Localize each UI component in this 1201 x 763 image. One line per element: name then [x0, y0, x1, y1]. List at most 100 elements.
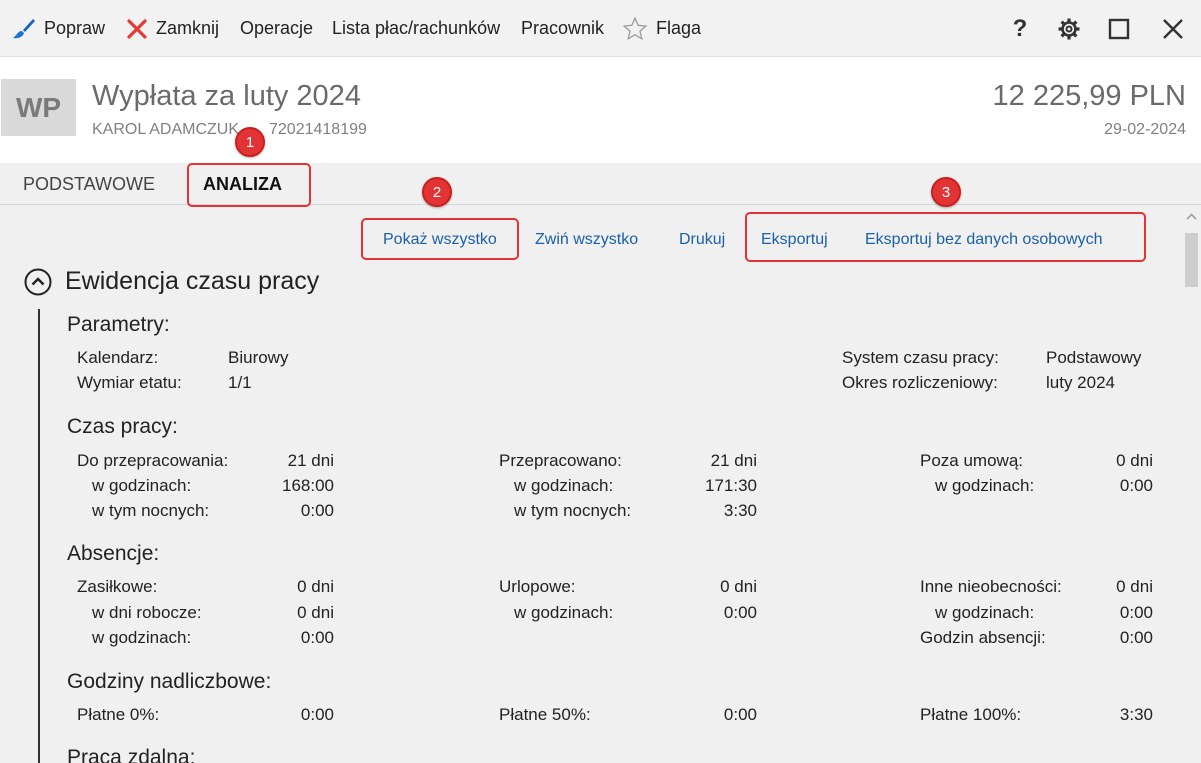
help-icon: ? — [1012, 14, 1028, 42]
kalendarz-label: Kalendarz: — [77, 348, 159, 367]
platne-50-label: Płatne 50%: — [499, 705, 591, 724]
nadliczbowe-heading: Godziny nadliczbowe: — [67, 670, 272, 693]
do-godziny-value: 168:00 — [282, 476, 334, 495]
okres-label: Okres rozliczeniowy: — [842, 373, 998, 392]
document-type-badge: WP — [1, 79, 76, 136]
url-godziny-label: w godzinach: — [514, 603, 614, 622]
przepracowano-value: 21 dni — [710, 451, 757, 470]
platne-100-value: 3:30 — [1119, 705, 1153, 724]
do-przepracowania-label: Do przepracowania: — [77, 451, 229, 470]
inne-nieobecnosci-label: Inne nieobecności: — [920, 577, 1062, 596]
platne-0-value: 0:00 — [300, 705, 334, 724]
praca-zdalna-heading: Praca zdalna: — [67, 746, 196, 763]
annotation-box-1 — [187, 163, 311, 207]
url-godziny-value: 0:00 — [723, 603, 757, 622]
pracownik-menu[interactable]: Pracownik — [521, 0, 604, 57]
parametry-heading: Parametry: — [67, 313, 170, 336]
collapse-icon — [24, 268, 52, 295]
section-title: Ewidencja czasu pracy — [65, 267, 320, 295]
operacje-label: Operacje — [240, 18, 314, 38]
prze-nocne-label: w tym nocnych: — [514, 501, 632, 520]
do-godziny-label: w godzinach: — [92, 476, 192, 495]
prze-godziny-value: 171:30 — [705, 476, 757, 495]
analysis-content: Pokaż wszystko Zwiń wszystko Drukuj Eksp… — [0, 205, 1182, 763]
prze-nocne-value: 3:30 — [723, 501, 757, 520]
payment-date: 29-02-2024 — [1104, 121, 1186, 138]
czas-pracy-heading: Czas pracy: — [67, 415, 178, 438]
brush-icon — [13, 18, 35, 38]
platne-100-label: Płatne 100%: — [920, 705, 1022, 724]
urlopowe-value: 0 dni — [720, 577, 757, 596]
wymiar-label: Wymiar etatu: — [77, 373, 182, 392]
star-icon — [622, 16, 648, 40]
system-value: Podstawowy — [1046, 348, 1142, 367]
scroll-thumb[interactable] — [1185, 233, 1198, 287]
do-nocne-value: 0:00 — [300, 501, 334, 520]
annotation-badge-2: 2 — [422, 177, 452, 207]
annotation-box-2 — [361, 218, 519, 260]
inne-nieobecnosci-value: 0 dni — [1116, 577, 1153, 596]
close-red-icon — [127, 18, 147, 39]
urlopowe-label: Urlopowe: — [499, 577, 576, 596]
flaga-button[interactable]: Flaga — [622, 0, 701, 57]
gear-icon — [1058, 18, 1080, 39]
poza-umowa-value: 0 dni — [1116, 451, 1153, 470]
kalendarz-value: Biurowy — [228, 348, 289, 367]
document-header: WP Wypłata za luty 2024 KAROL ADAMCZUK 72… — [0, 57, 1201, 163]
absencje-heading: Absencje: — [67, 542, 160, 565]
close-window-button[interactable] — [1153, 0, 1193, 57]
zas-dni-robocze-label: w dni robocze: — [92, 603, 202, 622]
page-title: Wypłata za luty 2024 — [92, 80, 361, 112]
drukuj-link[interactable]: Drukuj — [679, 231, 725, 249]
zas-godziny-value: 0:00 — [300, 628, 334, 647]
annotation-box-3 — [745, 212, 1146, 262]
annotation-badge-1: 1 — [235, 127, 265, 157]
section-toggle-ewidencja[interactable]: Ewidencja czasu pracy — [24, 267, 319, 296]
annotation-badge-3: 3 — [931, 177, 961, 207]
godzin-absencji-value: 0:00 — [1119, 628, 1153, 647]
inne-godziny-value: 0:00 — [1119, 603, 1153, 622]
employee-name: KAROL ADAMCZUK — [92, 121, 239, 138]
close-icon — [1163, 18, 1183, 39]
maximize-button[interactable] — [1099, 0, 1139, 57]
poza-umowa-label: Poza umową: — [920, 451, 1023, 470]
flaga-label: Flaga — [656, 18, 702, 38]
tab-bar: PODSTAWOWE ANALIZA — [0, 163, 1201, 205]
zwin-wszystko-link[interactable]: Zwiń wszystko — [535, 231, 638, 249]
wymiar-value: 1/1 — [228, 373, 252, 392]
employee-info: KAROL ADAMCZUK 72021418199 — [92, 121, 367, 139]
maximize-icon — [1108, 18, 1130, 39]
toolbar: Popraw Zamknij Operacje Lista płac/rachu… — [0, 0, 1201, 57]
zamknij-button[interactable]: Zamknij — [126, 0, 219, 57]
do-przepracowania-value: 21 dni — [287, 451, 334, 470]
zasilkowe-value: 0 dni — [297, 577, 334, 596]
przepracowano-label: Przepracowano: — [499, 451, 622, 470]
platne-50-value: 0:00 — [723, 705, 757, 724]
pracownik-label: Pracownik — [521, 18, 605, 38]
scroll-up-icon[interactable] — [1185, 211, 1198, 223]
employee-pesel: 72021418199 — [269, 121, 367, 138]
okres-value: luty 2024 — [1046, 373, 1115, 392]
help-button[interactable]: ? — [1000, 0, 1040, 57]
payment-amount: 12 225,99 PLN — [992, 80, 1186, 112]
lista-plac-menu[interactable]: Lista płac/rachunków — [332, 0, 500, 57]
poza-godziny-value: 0:00 — [1119, 476, 1153, 495]
do-nocne-label: w tym nocnych: — [92, 501, 210, 520]
settings-button[interactable] — [1049, 0, 1089, 57]
prze-godziny-label: w godzinach: — [514, 476, 614, 495]
operacje-menu[interactable]: Operacje — [240, 0, 313, 57]
section-divider — [38, 309, 40, 763]
zas-dni-robocze-value: 0 dni — [297, 603, 334, 622]
system-label: System czasu pracy: — [842, 348, 999, 367]
godzin-absencji-label: Godzin absencji: — [920, 628, 1046, 647]
zamknij-label: Zamknij — [156, 18, 220, 38]
zas-godziny-label: w godzinach: — [92, 628, 192, 647]
popraw-label: Popraw — [44, 18, 106, 38]
platne-0-label: Płatne 0%: — [77, 705, 160, 724]
tab-podstawowe[interactable]: PODSTAWOWE — [23, 163, 155, 205]
lista-plac-label: Lista płac/rachunków — [332, 18, 501, 38]
vertical-scrollbar[interactable] — [1182, 205, 1201, 763]
zasilkowe-label: Zasiłkowe: — [77, 577, 158, 596]
inne-godziny-label: w godzinach: — [935, 603, 1035, 622]
popraw-button[interactable]: Popraw — [12, 0, 105, 57]
